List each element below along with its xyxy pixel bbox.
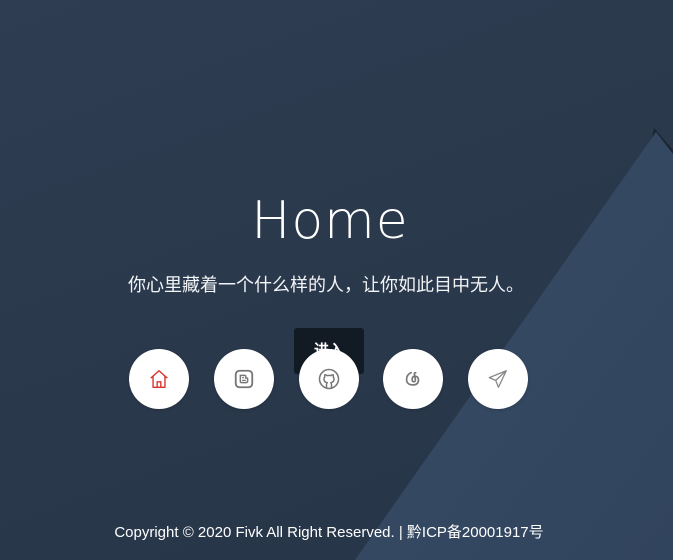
music-link[interactable]: [383, 349, 443, 409]
social-links: [0, 349, 673, 409]
page-subtitle: 你心里藏着一个什么样的人，让你如此目中无人。: [128, 275, 524, 295]
blog-link[interactable]: [214, 349, 274, 409]
telegram-icon: [488, 370, 507, 388]
github-icon: [318, 368, 340, 390]
home-icon: [150, 370, 168, 388]
page-title: Home: [251, 191, 409, 251]
netease-music-icon: [405, 371, 420, 386]
blogger-icon: [234, 369, 254, 389]
footer-copyright: Copyright © 2020 Fivk All Right Reserved…: [114, 524, 544, 541]
telegram-link[interactable]: [468, 349, 528, 409]
home-link[interactable]: [129, 349, 189, 409]
github-link[interactable]: [299, 349, 359, 409]
